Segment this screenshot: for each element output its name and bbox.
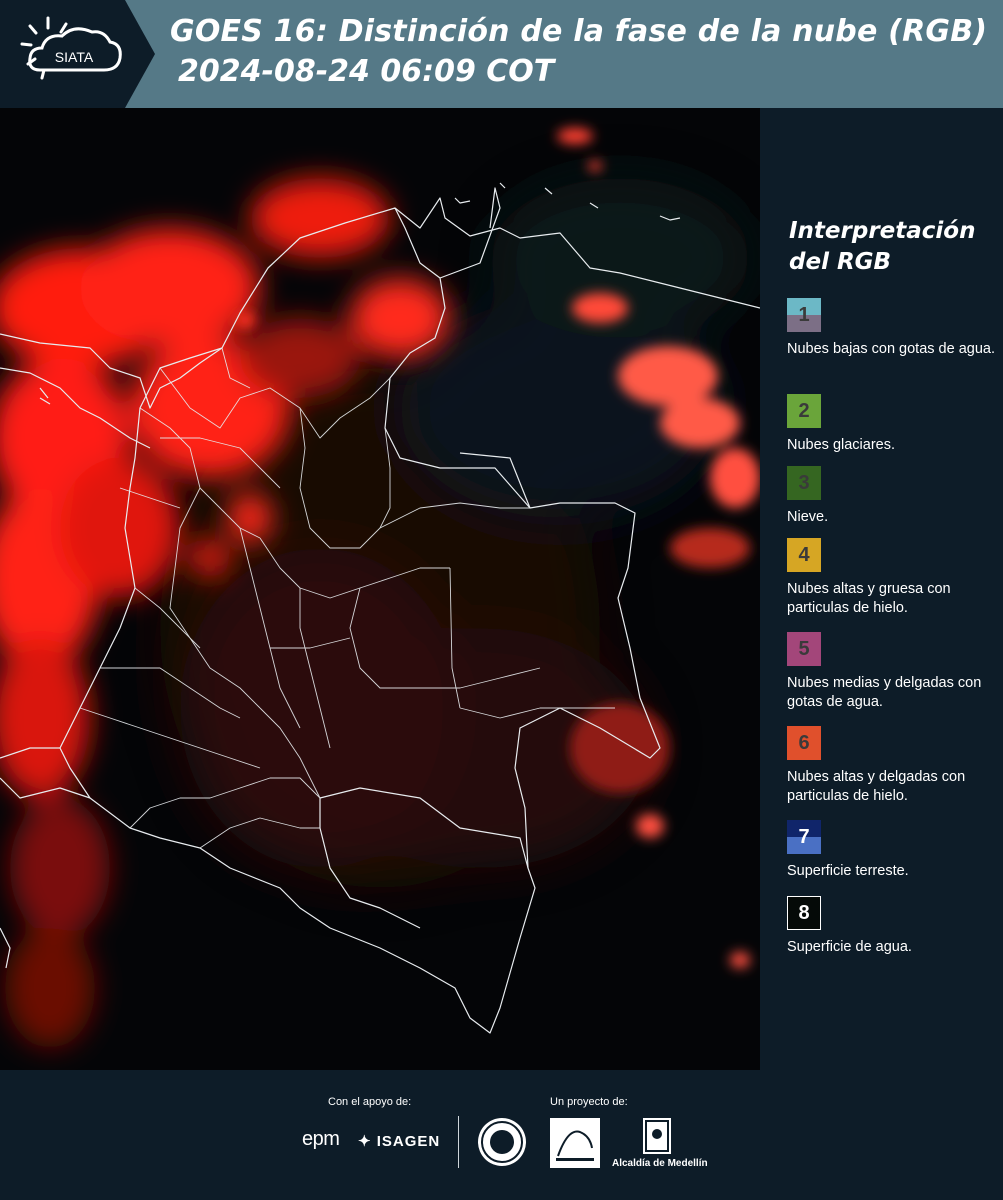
support-label: Con el apoyo de: xyxy=(328,1096,412,1108)
legend-title: Interpretación del RGB xyxy=(789,218,976,275)
alcaldia-text: Alcaldía de Medellín xyxy=(612,1158,708,1169)
legend-item-4: 4 Nubes altas y gruesa con particulas de… xyxy=(787,538,997,618)
footer: Con el apoyo de: Un proyecto de: epm ✦ I… xyxy=(0,1070,1003,1200)
timestamp: 2024-08-24 06:09 COT xyxy=(178,54,555,89)
legend-swatch-8: 8 xyxy=(787,896,821,930)
legend-label: Superficie de agua. xyxy=(787,939,912,955)
isagen-icon: ✦ xyxy=(358,1133,372,1150)
legend-swatch-6: 6 xyxy=(787,726,821,760)
legend-item-7: 7 Superficie terreste. xyxy=(787,820,997,881)
legend-item-8: 8 Superficie de agua. xyxy=(787,896,997,957)
alcaldia-shield-icon xyxy=(643,1118,671,1154)
legend-number: 7 xyxy=(798,825,810,848)
legend-item-3: 3 Nieve. xyxy=(787,466,997,527)
epm-logo: epm xyxy=(302,1128,340,1150)
legend-number: 1 xyxy=(798,303,810,326)
isagen-logo: ✦ ISAGEN xyxy=(358,1132,440,1150)
legend-number: 6 xyxy=(798,731,810,754)
legend-swatch-3: 3 xyxy=(787,466,821,500)
legend-label: Nubes bajas con gotas de agua. xyxy=(787,341,995,357)
legend-label: Nubes medias y delgadas con gotas de agu… xyxy=(787,675,982,710)
legend-item-5: 5 Nubes medias y delgadas con gotas de a… xyxy=(787,632,997,712)
siata-logo: SIATA xyxy=(0,0,155,108)
legend-label: Nieve. xyxy=(787,509,829,525)
legend-number: 3 xyxy=(798,471,810,494)
legend-number: 2 xyxy=(798,399,810,422)
legend-panel: Interpretación del RGB 1 Nubes bajas con… xyxy=(760,108,1003,1070)
legend-number: 4 xyxy=(798,543,810,566)
page-title: GOES 16: Distinción de la fase de la nub… xyxy=(170,14,988,49)
satellite-map xyxy=(0,108,760,1070)
footer-divider xyxy=(458,1116,459,1168)
legend-swatch-5: 5 xyxy=(787,632,821,666)
legend-number: 8 xyxy=(798,901,810,924)
legend-swatch-4: 4 xyxy=(787,538,821,572)
legend-swatch-7: 7 xyxy=(787,820,821,854)
legend-item-2: 2 Nubes glaciares. xyxy=(787,394,997,455)
legend-number: 5 xyxy=(798,637,810,660)
legend-label: Nubes glaciares. xyxy=(787,437,895,453)
isagen-text: ISAGEN xyxy=(376,1133,441,1150)
area-metropolitana-logo xyxy=(550,1118,600,1168)
header-bar: SIATA GOES 16: Distinción de la fase de … xyxy=(0,0,1003,108)
legend-label: Superficie terreste. xyxy=(787,863,909,879)
legend-label: Nubes altas y delgadas con particulas de… xyxy=(787,769,966,804)
medellin-seal-icon xyxy=(478,1118,526,1166)
legend-label: Nubes altas y gruesa con particulas de h… xyxy=(787,581,951,616)
legend-item-6: 6 Nubes altas y delgadas con particulas … xyxy=(787,726,997,806)
logo-text: SIATA xyxy=(55,49,94,65)
legend-swatch-2: 2 xyxy=(787,394,821,428)
legend-swatch-1: 1 xyxy=(787,298,821,332)
legend-item-1: 1 Nubes bajas con gotas de agua. xyxy=(787,298,997,359)
project-label: Un proyecto de: xyxy=(550,1096,628,1108)
